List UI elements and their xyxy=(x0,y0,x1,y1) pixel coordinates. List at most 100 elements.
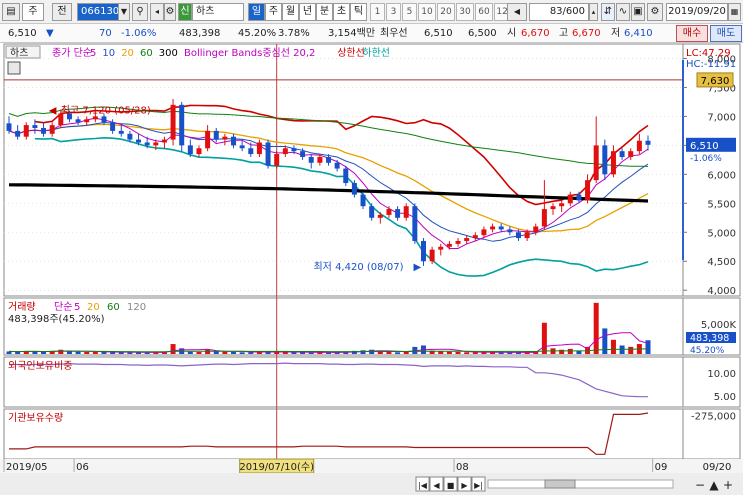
interval-60-button[interactable]: 60 xyxy=(475,3,493,21)
candle-down xyxy=(576,194,582,201)
search-icon[interactable]: ⚲ xyxy=(132,3,148,21)
candle-up xyxy=(567,194,573,204)
price-legend-item: Bollinger Bands중심선 20,2 xyxy=(184,47,315,59)
count-stepper[interactable]: ▴ xyxy=(589,3,598,21)
price-axis-label: 5,000 xyxy=(707,228,736,239)
candle-up xyxy=(317,156,323,163)
candle-up xyxy=(559,203,565,207)
candle-up xyxy=(628,151,634,157)
draw-icon[interactable]: ∿ xyxy=(616,3,630,21)
candle-down xyxy=(507,229,513,233)
period-4-button[interactable]: 분 xyxy=(316,3,333,21)
candle-down xyxy=(619,151,625,157)
interval-20-button[interactable]: 20 xyxy=(437,3,455,21)
candle-up xyxy=(429,249,435,262)
best-bid: 6,500 xyxy=(468,28,497,39)
candle-down xyxy=(326,156,331,163)
market-button[interactable]: 전 xyxy=(52,3,72,21)
volume-bar xyxy=(455,352,461,354)
low-annotation-arrow: ▶ xyxy=(413,262,421,273)
volume-bar xyxy=(403,351,409,354)
chart-type-icon[interactable]: ⇵ xyxy=(601,3,615,21)
candle-down xyxy=(239,145,245,149)
volume-bar xyxy=(446,351,452,354)
interval-3-button[interactable]: 3 xyxy=(386,3,401,21)
current-price: 6,510 xyxy=(8,28,37,39)
volume-cur-label: 483,398 xyxy=(690,333,729,344)
panel-toggle-icon xyxy=(7,61,21,75)
candle-up xyxy=(464,238,470,241)
candle-down xyxy=(136,139,142,143)
buy-button[interactable]: 매수 xyxy=(676,25,708,42)
candle-up xyxy=(170,104,176,140)
low-annotation: 최저 4,420 (08/07) xyxy=(313,261,403,273)
volume-bar xyxy=(196,352,202,354)
code-dropdown-button[interactable]: ▼ xyxy=(118,3,130,21)
settings-icon[interactable]: ⚙ xyxy=(647,3,663,21)
zoom-button[interactable]: + xyxy=(723,478,733,492)
candle-down xyxy=(360,194,366,207)
candle-up xyxy=(533,226,539,233)
volume-bar xyxy=(187,351,193,354)
gear-icon[interactable]: ⚙ xyxy=(164,3,176,21)
candle-down xyxy=(6,123,12,131)
interval-1-button[interactable]: 1 xyxy=(370,3,385,21)
volume-bar xyxy=(213,351,219,354)
candle-down xyxy=(308,156,314,163)
best-ask-label: 최우선 xyxy=(380,28,408,39)
nav-button-icon: ■ xyxy=(447,481,455,490)
candle-up xyxy=(49,125,55,134)
date-field[interactable]: 2019/09/20 xyxy=(666,3,728,21)
volume-bar xyxy=(541,322,547,354)
nav-scroll-track xyxy=(487,479,674,489)
period-0-button[interactable]: 일 xyxy=(248,3,265,21)
period-6-button[interactable]: 틱 xyxy=(350,3,367,21)
candle-down xyxy=(265,142,271,166)
volume-bar xyxy=(127,352,133,354)
candle-up xyxy=(490,226,496,230)
prev-button[interactable]: ◂ xyxy=(150,3,164,21)
candle-up xyxy=(153,142,159,146)
candle-up xyxy=(205,130,211,149)
date-dropdown-button[interactable]: ▦ xyxy=(728,3,741,21)
candle-up xyxy=(386,209,392,215)
interval-5-button[interactable]: 5 xyxy=(402,3,417,21)
chart-settings-button[interactable]: ▤ xyxy=(2,3,20,21)
inst-title: 기관보유수량 xyxy=(8,412,63,424)
scroll-left-button[interactable]: ◀ xyxy=(507,3,527,21)
candle-down xyxy=(498,226,504,230)
volume-title: 거래량 xyxy=(8,301,36,313)
volume-bar xyxy=(92,352,98,354)
candle-down xyxy=(127,133,133,140)
nav-button-icon: ▶| xyxy=(474,481,483,490)
volume-bar xyxy=(559,349,565,354)
sell-button[interactable]: 매도 xyxy=(710,25,742,42)
zoom-button[interactable]: ▲ xyxy=(709,478,719,492)
image-icon[interactable]: ▣ xyxy=(631,3,645,21)
period-2-button[interactable]: 월 xyxy=(282,3,299,21)
period-5-button[interactable]: 초 xyxy=(333,3,350,21)
candle-down xyxy=(75,119,81,123)
mode-select[interactable]: 주 xyxy=(22,3,44,21)
period-1-button[interactable]: 주 xyxy=(265,3,282,21)
volume-legend-item: 단순 xyxy=(54,301,72,313)
price-axis-label: 4,000 xyxy=(707,286,736,297)
candle-up xyxy=(196,148,202,155)
x-axis-bar xyxy=(0,459,743,473)
interval-10-button[interactable]: 10 xyxy=(418,3,436,21)
period-3-button[interactable]: 년 xyxy=(299,3,316,21)
candle-up xyxy=(446,243,452,247)
volume-bar xyxy=(239,352,245,354)
high-label: 고 xyxy=(559,28,569,39)
quote-bar: 6,510 ▼ 70 -1.06% 483,398 45.20% 3.78% 3… xyxy=(0,24,743,43)
zoom-button[interactable]: − xyxy=(695,478,705,492)
candle-down xyxy=(32,125,38,128)
down-arrow-icon: ▼ xyxy=(46,28,54,39)
candle-up xyxy=(222,136,228,140)
volume-value: 483,398 xyxy=(179,28,221,39)
interval-30-button[interactable]: 30 xyxy=(456,3,474,21)
ref-price-label: 7,630 xyxy=(701,76,730,87)
volume-axis-label: 5,000K xyxy=(701,320,737,331)
stock-chart[interactable]: 8,0007,5007,0006,5006,0005,5005,0004,500… xyxy=(0,43,743,495)
candle-down xyxy=(144,142,150,146)
